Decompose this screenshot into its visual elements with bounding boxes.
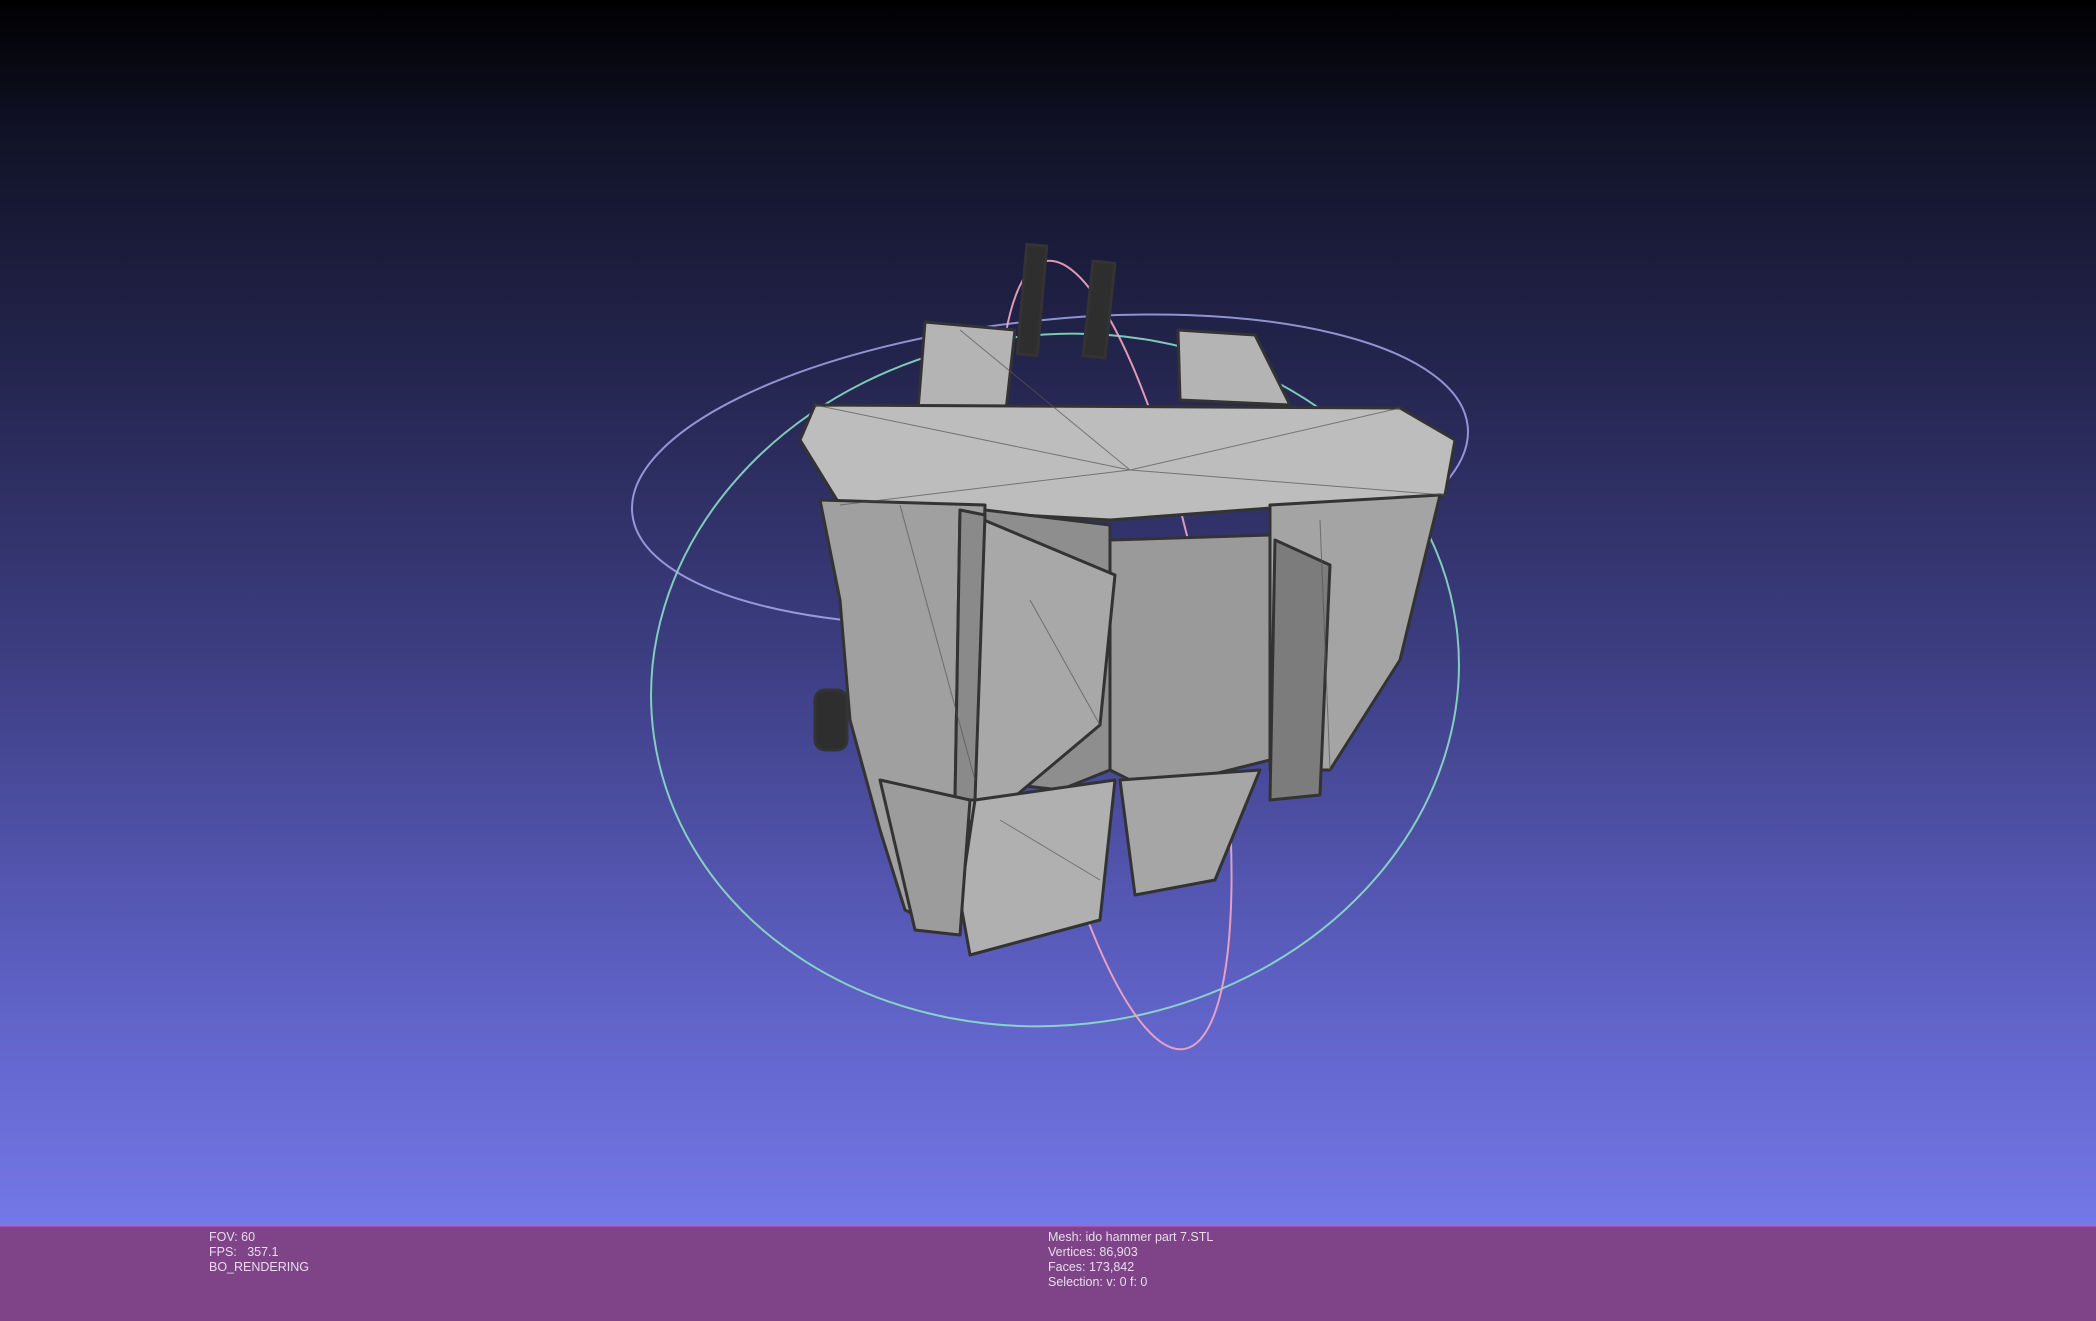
render-info: FOV: 60 FPS: 357.1 BO_RENDERING	[209, 1230, 309, 1275]
mesh-info: Mesh: ido hammer part 7.STL Vertices: 86…	[1048, 1230, 1213, 1290]
vertices-label: Vertices: 86,903	[1048, 1245, 1138, 1259]
mesh-model[interactable]	[798, 242, 1457, 957]
3d-viewport[interactable]	[0, 0, 2096, 1226]
selection-label: Selection: v: 0 f: 0	[1048, 1275, 1148, 1289]
mesh-scene[interactable]	[0, 0, 2096, 1226]
faces-label: Faces: 173,842	[1048, 1260, 1135, 1274]
mesh-name-label: Mesh: ido hammer part 7.STL	[1048, 1230, 1214, 1244]
status-bar: FOV: 60 FPS: 357.1 BO_RENDERING Mesh: id…	[0, 1226, 2096, 1321]
fps-label: FPS: 357.1	[209, 1245, 279, 1259]
render-mode-label: BO_RENDERING	[209, 1260, 310, 1274]
fov-label: FOV: 60	[209, 1230, 256, 1244]
